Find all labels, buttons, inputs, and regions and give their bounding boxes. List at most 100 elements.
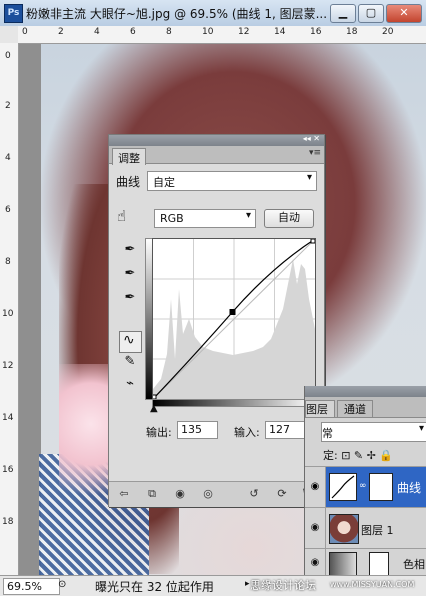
view-previous-icon[interactable]: ◎: [199, 486, 217, 502]
layer-name[interactable]: 图层 1: [361, 522, 394, 538]
eye-icon[interactable]: ◉: [305, 467, 326, 507]
visibility-toggle-icon[interactable]: ◉: [171, 486, 189, 502]
tab-layers[interactable]: 图层: [305, 400, 335, 417]
ruler-label: 12: [2, 361, 14, 371]
layer-row-curves[interactable]: ◉ ∞ 曲线: [305, 466, 426, 507]
layer-name[interactable]: 曲线: [397, 479, 421, 496]
panel-menu-icon[interactable]: ▾≡: [309, 148, 321, 158]
link-icon[interactable]: ∞: [359, 481, 367, 491]
eye-icon[interactable]: ◉: [305, 508, 326, 548]
layer-row-layer1[interactable]: ◉ 图层 1: [305, 507, 426, 548]
status-menu-arrow-icon[interactable]: ▸: [245, 579, 250, 589]
lock-icons[interactable]: ⊡ ✎ ✢ 🔒: [341, 449, 393, 462]
curve-edit-icon[interactable]: ∿: [119, 331, 142, 353]
ruler-label: 8: [5, 257, 11, 267]
clip-layer-icon[interactable]: ⧉: [143, 486, 161, 502]
ruler-label: 2: [58, 27, 64, 37]
reset-icon[interactable]: ↺: [245, 486, 263, 502]
channel-value: RGB: [160, 212, 184, 225]
ruler-origin[interactable]: [0, 26, 19, 44]
blend-mode-value: 常: [322, 427, 333, 440]
curve-control-point[interactable]: [229, 309, 236, 315]
maximize-button[interactable]: ▢: [358, 4, 384, 23]
input-field[interactable]: 127: [265, 421, 306, 439]
status-message: 曝光只在 32 位起作用: [95, 580, 214, 594]
layer-mask-thumbnail[interactable]: [369, 473, 393, 501]
target-adjust-icon[interactable]: ☝: [117, 207, 126, 225]
smooth-icon[interactable]: ⌁: [121, 375, 139, 393]
gray-eyedropper-icon[interactable]: ✒: [121, 265, 139, 283]
tab-adjustments[interactable]: 调整: [112, 148, 146, 165]
window-title: 粉嫩非主流 大眼仔~旭.jpg @ 69.5% (曲线 1, 图层蒙...: [26, 7, 328, 21]
ruler-label: 4: [5, 153, 11, 163]
photoshop-app-icon: Ps: [4, 4, 23, 23]
preset-dropdown[interactable]: 自定 ▾: [147, 171, 317, 191]
eye-icon[interactable]: ◉: [305, 549, 326, 576]
horizontal-ruler[interactable]: 0 2 4 6 8 10 12 14 16 18 20: [18, 26, 426, 44]
layer-row-hue[interactable]: ◉ 色相: [305, 548, 426, 576]
watermark-text: 思缘设计论坛: [250, 579, 316, 592]
chevron-down-icon: ▾: [306, 172, 312, 183]
ruler-label: 14: [274, 27, 286, 37]
ruler-label: 16: [310, 27, 322, 37]
ruler-label: 16: [2, 465, 14, 475]
tab-channels[interactable]: 通道: [337, 400, 373, 417]
ruler-label: 20: [382, 27, 394, 37]
chevron-down-icon: ▾: [245, 210, 251, 221]
layers-panel[interactable]: 图层 通道 常 ▾ 定: ⊡ ✎ ✢ 🔒 ◉ ∞ 曲线 ◉ 图层 1 ◉ 色相: [304, 386, 426, 576]
zoom-field[interactable]: 69.5%: [3, 578, 60, 595]
ruler-label: 18: [2, 517, 14, 527]
channel-dropdown[interactable]: RGB ▾: [154, 209, 256, 228]
panel-header-bar[interactable]: [305, 386, 426, 397]
layer-thumbnail: [329, 514, 359, 544]
ruler-label: 2: [5, 101, 11, 111]
ruler-label: 8: [166, 27, 172, 37]
curves-graph-svg: [151, 238, 316, 400]
preset-value: 自定: [153, 176, 175, 189]
ruler-label: 0: [5, 51, 11, 61]
status-bar: 69.5% ⊙ 曝光只在 32 位起作用 ▸ 思缘设计论坛 www.MISSYU…: [0, 575, 426, 596]
input-gradient-bar: [152, 399, 316, 407]
chevron-down-icon: ▾: [418, 423, 424, 434]
layers-tab-row: 图层 通道: [305, 397, 426, 418]
black-point-slider[interactable]: ▲: [150, 403, 158, 414]
status-info-icon[interactable]: ⊙: [58, 579, 66, 590]
title-bar[interactable]: Ps 粉嫩非主流 大眼仔~旭.jpg @ 69.5% (曲线 1, 图层蒙...…: [0, 0, 426, 27]
ruler-label: 6: [5, 205, 11, 215]
input-label: 输入:: [234, 426, 260, 439]
panel-header-bar[interactable]: ◂◂ ✕: [109, 134, 324, 146]
auto-button[interactable]: 自动: [264, 209, 314, 228]
curves-label: 曲线: [116, 175, 141, 189]
adjustments-panel[interactable]: ◂◂ ✕ 调整 ▾≡ 曲线 自定 ▾ ☝ RGB ▾ 自动 ✒ ✒ ✒ ∿ ✎ …: [108, 134, 325, 507]
curves-graph[interactable]: [151, 238, 316, 400]
layer-name[interactable]: 色相: [403, 556, 425, 572]
ruler-label: 4: [94, 27, 100, 37]
lock-row: 定: ⊡ ✎ ✢ 🔒: [323, 447, 426, 463]
black-eyedropper-icon[interactable]: ✒: [121, 241, 139, 259]
ruler-label: 10: [202, 27, 214, 37]
ruler-label: 14: [2, 413, 14, 423]
adjustments-tab-row: 调整 ▾≡: [109, 146, 324, 165]
blend-mode-dropdown[interactable]: 常 ▾: [321, 422, 426, 442]
minimize-button[interactable]: ▁: [330, 4, 356, 23]
adjustments-bottom-bar: ⇦ ⧉ ◉ ◎ ↺ ⟳ 🗑: [109, 481, 324, 507]
vertical-ruler[interactable]: 0 2 4 6 8 10 12 14 16 18: [0, 43, 19, 575]
output-field[interactable]: 135: [177, 421, 218, 439]
ruler-label: 12: [238, 27, 250, 37]
pencil-icon[interactable]: ✎: [121, 353, 139, 371]
watermark-url: www.MISSYUAN.COM: [330, 580, 415, 589]
ruler-label: 0: [22, 27, 28, 37]
refresh-icon[interactable]: ⟳: [273, 486, 291, 502]
hue-thumbnail: [329, 552, 357, 576]
curves-thumb-svg: [331, 475, 355, 499]
back-arrow-icon[interactable]: ⇦: [115, 486, 133, 502]
curve-glyph: ∿: [123, 332, 135, 348]
white-eyedropper-icon[interactable]: ✒: [121, 289, 139, 307]
output-label: 输出:: [146, 426, 172, 439]
collapse-close-icons[interactable]: ◂◂ ✕: [303, 134, 320, 143]
curve-endpoint-white[interactable]: [310, 238, 316, 244]
layer-mask-thumbnail[interactable]: [369, 552, 389, 576]
close-button[interactable]: ✕: [386, 4, 422, 23]
lock-label: 定:: [323, 449, 338, 462]
ruler-label: 10: [2, 309, 14, 319]
